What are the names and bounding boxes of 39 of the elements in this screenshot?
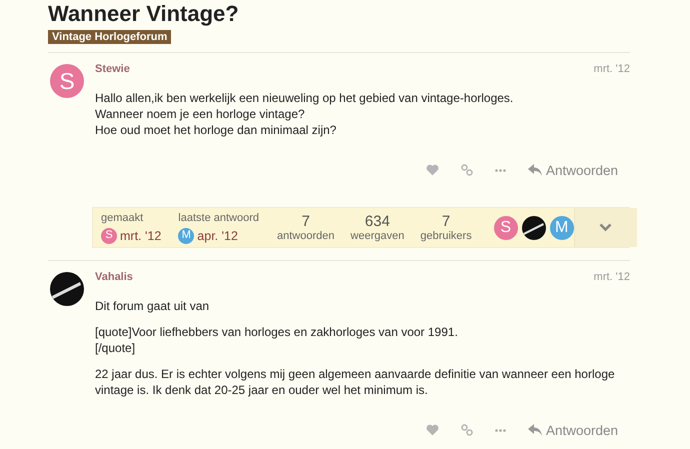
stat-label: gebruikers (420, 230, 472, 242)
avatar[interactable]: S (494, 216, 518, 240)
topic-title: Wanneer Vintage? (48, 0, 240, 27)
chevron-icon (599, 223, 612, 232)
heart-icon[interactable] (426, 424, 439, 436)
more-icon[interactable] (494, 428, 506, 432)
reply-button[interactable]: Antwoorden (528, 162, 630, 178)
stat-value: 634 (364, 212, 390, 230)
date-link[interactable]: apr. '12 (197, 228, 238, 242)
post-paragraph: Hallo allen,ik ben werkelijk een nieuweling op het gebied van vintage-horloges. Wanneer noem je een horloge vintage? Hoe oud moet het horloge dan minimaal zijn? (95, 90, 514, 138)
stat-value: 7 (302, 212, 310, 230)
more-icon[interactable] (494, 168, 506, 172)
post-date[interactable]: mrt. '12 (594, 62, 630, 76)
stat-value: 7 (442, 212, 450, 230)
link-icon[interactable] (460, 164, 473, 176)
category-badge[interactable]: Vintage Horlogeforum (48, 30, 172, 44)
avatar-icon[interactable] (50, 272, 84, 306)
link-icon[interactable] (460, 424, 473, 436)
stat-label: gemaakt (101, 212, 144, 224)
heart-icon[interactable] (426, 164, 439, 176)
author-name[interactable]: Stewie (95, 62, 130, 76)
expand-button[interactable] (574, 208, 637, 247)
post-paragraph: 22 jaar dus. Er is echter volgens mij geen algemeen aanvaarde definitie van wanneer een horloge vintage is. Ik denk dat 20-25 jaar en ouder wel het minimum is. (95, 366, 616, 398)
avatar[interactable]: M (550, 216, 574, 240)
stat-label: weergaven (350, 230, 404, 242)
stat-label: antwoorden (277, 230, 335, 242)
avatar[interactable]: M (178, 228, 194, 244)
date-link[interactable]: mrt. '12 (120, 228, 162, 242)
author-name[interactable]: Vahalis (95, 270, 133, 284)
reply-icon (528, 164, 542, 176)
post-paragraph: Dit forum gaat uit van (95, 298, 210, 314)
reply-icon (528, 424, 542, 436)
reply-button[interactable]: Antwoorden (528, 422, 630, 438)
avatar[interactable]: S (50, 64, 84, 98)
avatar[interactable]: S (101, 228, 117, 244)
post-date[interactable]: mrt. '12 (594, 270, 630, 284)
stat-label: laatste antwoord (178, 212, 260, 224)
post-paragraph: [quote]Voor liefhebbers van horloges en zakhorloges van voor 1991. [/quote] (95, 324, 459, 356)
avatar-icon[interactable] (522, 216, 546, 240)
